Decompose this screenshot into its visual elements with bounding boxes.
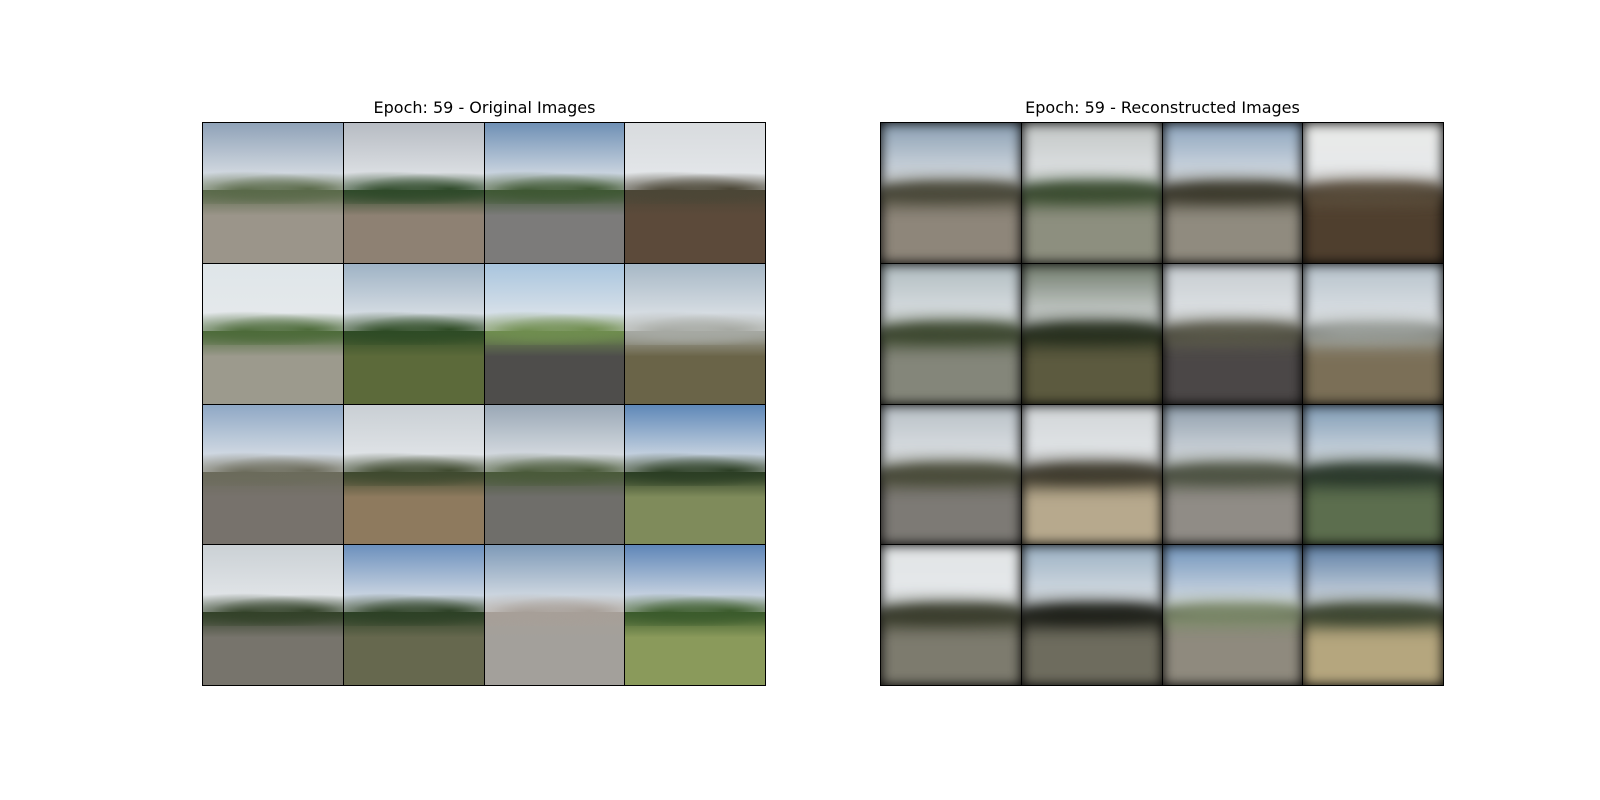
treeline-region xyxy=(625,311,765,345)
treeline-region xyxy=(1162,170,1303,205)
reconstructed-image-9 xyxy=(881,404,1021,545)
treeline-region xyxy=(1303,311,1443,345)
reconstructed-image-1 xyxy=(881,123,1021,263)
original-image-11 xyxy=(484,404,625,545)
treeline-region xyxy=(484,452,625,486)
treeline-region xyxy=(203,311,343,345)
treeline-region xyxy=(625,452,765,486)
reconstructed-image-3 xyxy=(1162,123,1303,263)
reconstructed-image-6 xyxy=(1021,263,1162,404)
treeline-region xyxy=(343,592,484,627)
treeline-region xyxy=(1021,452,1162,486)
reconstructed-images-grid xyxy=(880,122,1444,686)
treeline-region xyxy=(881,592,1021,627)
original-image-1 xyxy=(203,123,343,263)
original-image-15 xyxy=(484,545,625,685)
treeline-region xyxy=(484,311,625,345)
original-image-13 xyxy=(203,545,343,685)
treeline-region xyxy=(343,170,484,205)
original-image-16 xyxy=(625,545,765,685)
treeline-region xyxy=(343,452,484,486)
treeline-region xyxy=(1162,311,1303,345)
treeline-region xyxy=(1021,592,1162,627)
reconstructed-image-10 xyxy=(1021,404,1162,545)
treeline-region xyxy=(203,592,343,627)
original-image-4 xyxy=(625,123,765,263)
reconstructed-image-4 xyxy=(1303,123,1443,263)
treeline-region xyxy=(1162,592,1303,627)
reconstructed-images-title: Epoch: 59 - Reconstructed Images xyxy=(1025,98,1300,117)
reconstructed-image-15 xyxy=(1162,545,1303,685)
treeline-region xyxy=(625,170,765,205)
treeline-region xyxy=(1303,170,1443,205)
original-images-title: Epoch: 59 - Original Images xyxy=(373,98,596,117)
reconstructed-image-14 xyxy=(1021,545,1162,685)
reconstructed-image-5 xyxy=(881,263,1021,404)
treeline-region xyxy=(881,452,1021,486)
treeline-region xyxy=(625,592,765,627)
reconstructed-image-11 xyxy=(1162,404,1303,545)
original-image-5 xyxy=(203,263,343,404)
treeline-region xyxy=(203,452,343,486)
original-image-12 xyxy=(625,404,765,545)
original-image-8 xyxy=(625,263,765,404)
treeline-region xyxy=(484,592,625,627)
reconstructed-image-8 xyxy=(1303,263,1443,404)
treeline-region xyxy=(881,311,1021,345)
original-image-2 xyxy=(343,123,484,263)
reconstructed-image-16 xyxy=(1303,545,1443,685)
treeline-region xyxy=(343,311,484,345)
original-image-10 xyxy=(343,404,484,545)
treeline-region xyxy=(484,170,625,205)
original-images-panel: Epoch: 59 - Original Images xyxy=(202,98,767,686)
original-image-6 xyxy=(343,263,484,404)
treeline-region xyxy=(881,170,1021,205)
treeline-region xyxy=(1303,592,1443,627)
reconstructed-image-13 xyxy=(881,545,1021,685)
reconstructed-images-panel: Epoch: 59 - Reconstructed Images xyxy=(880,98,1445,686)
original-image-9 xyxy=(203,404,343,545)
treeline-region xyxy=(1162,452,1303,486)
treeline-region xyxy=(1303,452,1443,486)
reconstructed-image-2 xyxy=(1021,123,1162,263)
reconstructed-image-7 xyxy=(1162,263,1303,404)
reconstructed-image-12 xyxy=(1303,404,1443,545)
original-image-14 xyxy=(343,545,484,685)
treeline-region xyxy=(1021,170,1162,205)
treeline-region xyxy=(1021,311,1162,345)
original-image-3 xyxy=(484,123,625,263)
original-images-grid xyxy=(202,122,766,686)
original-image-7 xyxy=(484,263,625,404)
treeline-region xyxy=(203,170,343,205)
